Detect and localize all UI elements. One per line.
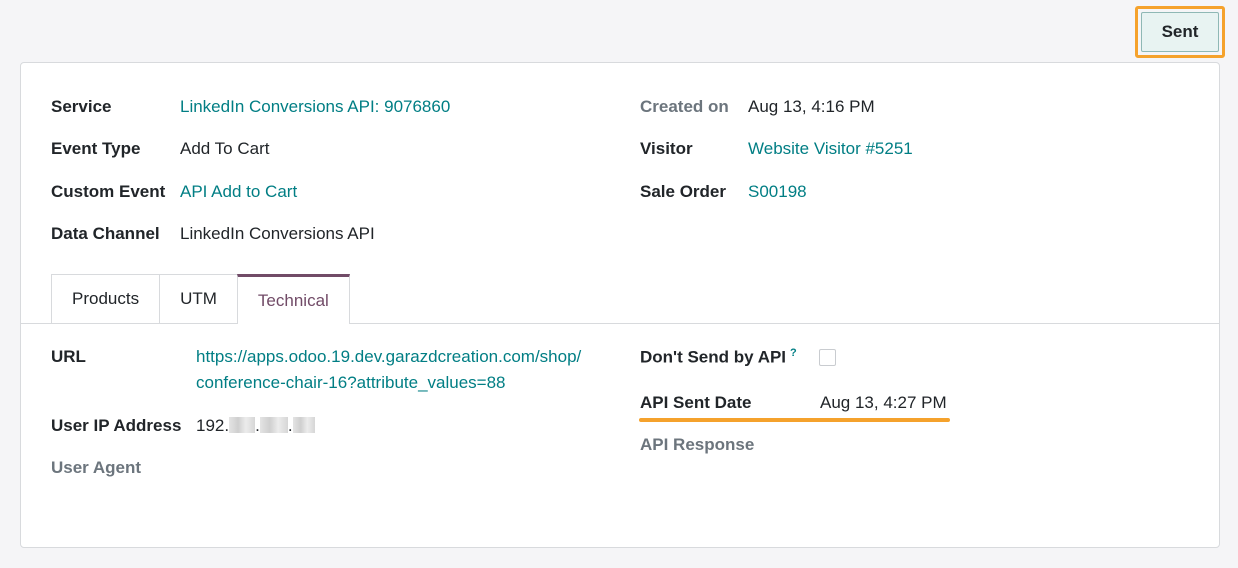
ip-prefix: 192. [196, 416, 230, 435]
user-ip-label: User IP Address [51, 416, 182, 435]
url-label: URL [51, 347, 86, 366]
custom-event-link[interactable]: API Add to Cart [180, 182, 297, 202]
form-sheet: Service LinkedIn Conversions API: 907686… [20, 62, 1220, 548]
user-agent-label: User Agent [51, 458, 142, 477]
service-link[interactable]: LinkedIn Conversions API: 9076860 [180, 97, 450, 117]
data-channel-label: Data Channel [51, 224, 160, 243]
dont-send-label: Don't Send by API? [640, 347, 797, 368]
visitor-link[interactable]: Website Visitor #5251 [748, 139, 913, 159]
dont-send-checkbox[interactable] [819, 349, 836, 366]
tab-utm[interactable]: UTM [159, 274, 238, 323]
user-ip-value: 192... [196, 416, 315, 436]
api-response-label: API Response [640, 435, 755, 454]
highlight-underline [639, 418, 950, 422]
redacted-ip-segment [259, 417, 288, 433]
status-sent-button[interactable]: Sent [1141, 12, 1219, 52]
custom-event-label: Custom Event [51, 182, 166, 201]
notebook-tabs: Products UTM Technical [51, 274, 350, 324]
event-type-label: Event Type [51, 139, 141, 158]
created-on-label: Created on [640, 97, 729, 116]
visitor-label: Visitor [640, 139, 693, 158]
api-sent-date-label: API Sent Date [640, 393, 752, 412]
sale-order-link[interactable]: S00198 [748, 182, 807, 202]
tab-products[interactable]: Products [51, 274, 161, 323]
help-tooltip-icon[interactable]: ? [790, 347, 797, 359]
event-type-value: Add To Cart [180, 139, 270, 158]
created-on-value: Aug 13, 4:16 PM [748, 97, 875, 116]
redacted-ip-segment [229, 417, 256, 433]
tab-divider [21, 323, 1219, 324]
url-link-line2[interactable]: conference-chair-16?attribute_values=88 [196, 373, 506, 393]
url-link-line1[interactable]: https://apps.odoo.19.dev.garazdcreation.… [196, 347, 581, 367]
api-sent-date-value: Aug 13, 4:27 PM [820, 393, 947, 412]
redacted-ip-segment [292, 417, 315, 433]
sale-order-label: Sale Order [640, 182, 726, 201]
data-channel-value: LinkedIn Conversions API [180, 224, 375, 243]
tab-technical[interactable]: Technical [236, 274, 350, 324]
dont-send-label-text: Don't Send by API [640, 347, 787, 367]
service-label: Service [51, 97, 112, 116]
status-button-highlight: Sent [1135, 6, 1225, 58]
